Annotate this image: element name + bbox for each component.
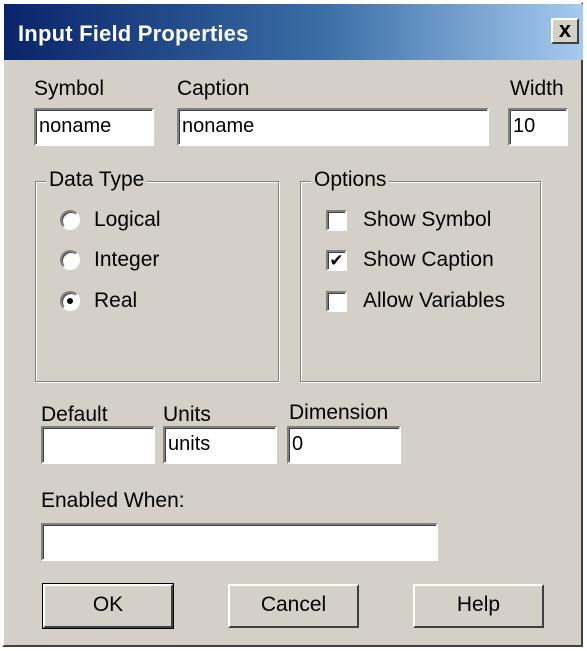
close-icon: x <box>558 17 572 42</box>
dimension-label: Dimension <box>289 401 389 424</box>
radio-integer-label: Integer <box>94 248 160 271</box>
title-bar[interactable]: Input Field Properties x <box>4 4 583 60</box>
units-input[interactable]: units <box>163 426 277 464</box>
enabled-when-label: Enabled When: <box>41 489 185 512</box>
default-input[interactable] <box>41 426 155 464</box>
width-label: Width <box>510 77 564 100</box>
radio-logical[interactable]: Logical <box>60 208 161 232</box>
allow-variables-label: Allow Variables <box>363 289 506 312</box>
enabled-when-input[interactable] <box>41 523 438 561</box>
allow-variables-checkbox[interactable]: Allow Variables <box>326 289 505 313</box>
width-input[interactable]: 10 <box>508 108 568 146</box>
show-symbol-checkbox[interactable]: Show Symbol <box>326 208 491 232</box>
checkbox-icon[interactable] <box>326 290 347 312</box>
show-symbol-label: Show Symbol <box>363 208 492 231</box>
radio-integer[interactable]: Integer <box>60 248 159 272</box>
window-title: Input Field Properties <box>18 21 249 46</box>
radio-logical-label: Logical <box>94 208 161 231</box>
dimension-input[interactable]: 0 <box>287 426 401 464</box>
radio-button-icon[interactable] <box>60 210 80 230</box>
ok-button[interactable]: OK <box>42 583 174 629</box>
data-type-group-title: Data Type <box>46 168 148 192</box>
options-group-title: Options <box>311 168 390 192</box>
radio-real[interactable]: Real <box>60 289 137 313</box>
show-caption-label: Show Caption <box>363 248 494 271</box>
checkbox-icon[interactable] <box>326 209 347 231</box>
default-label: Default <box>41 403 108 426</box>
symbol-label: Symbol <box>34 77 105 100</box>
show-caption-checkbox[interactable]: ✔ Show Caption <box>326 248 494 272</box>
symbol-input[interactable]: noname <box>34 108 154 146</box>
radio-real-label: Real <box>94 289 138 312</box>
caption-label: Caption <box>177 77 250 100</box>
check-mark-icon[interactable]: ✔ <box>326 249 347 271</box>
units-label: Units <box>163 403 211 426</box>
help-button[interactable]: Help <box>413 584 544 628</box>
radio-button-selected-icon[interactable] <box>60 291 80 311</box>
radio-button-icon[interactable] <box>60 250 80 270</box>
caption-input[interactable]: noname <box>177 108 489 146</box>
cancel-button[interactable]: Cancel <box>228 584 359 628</box>
close-button[interactable]: x <box>551 18 579 44</box>
